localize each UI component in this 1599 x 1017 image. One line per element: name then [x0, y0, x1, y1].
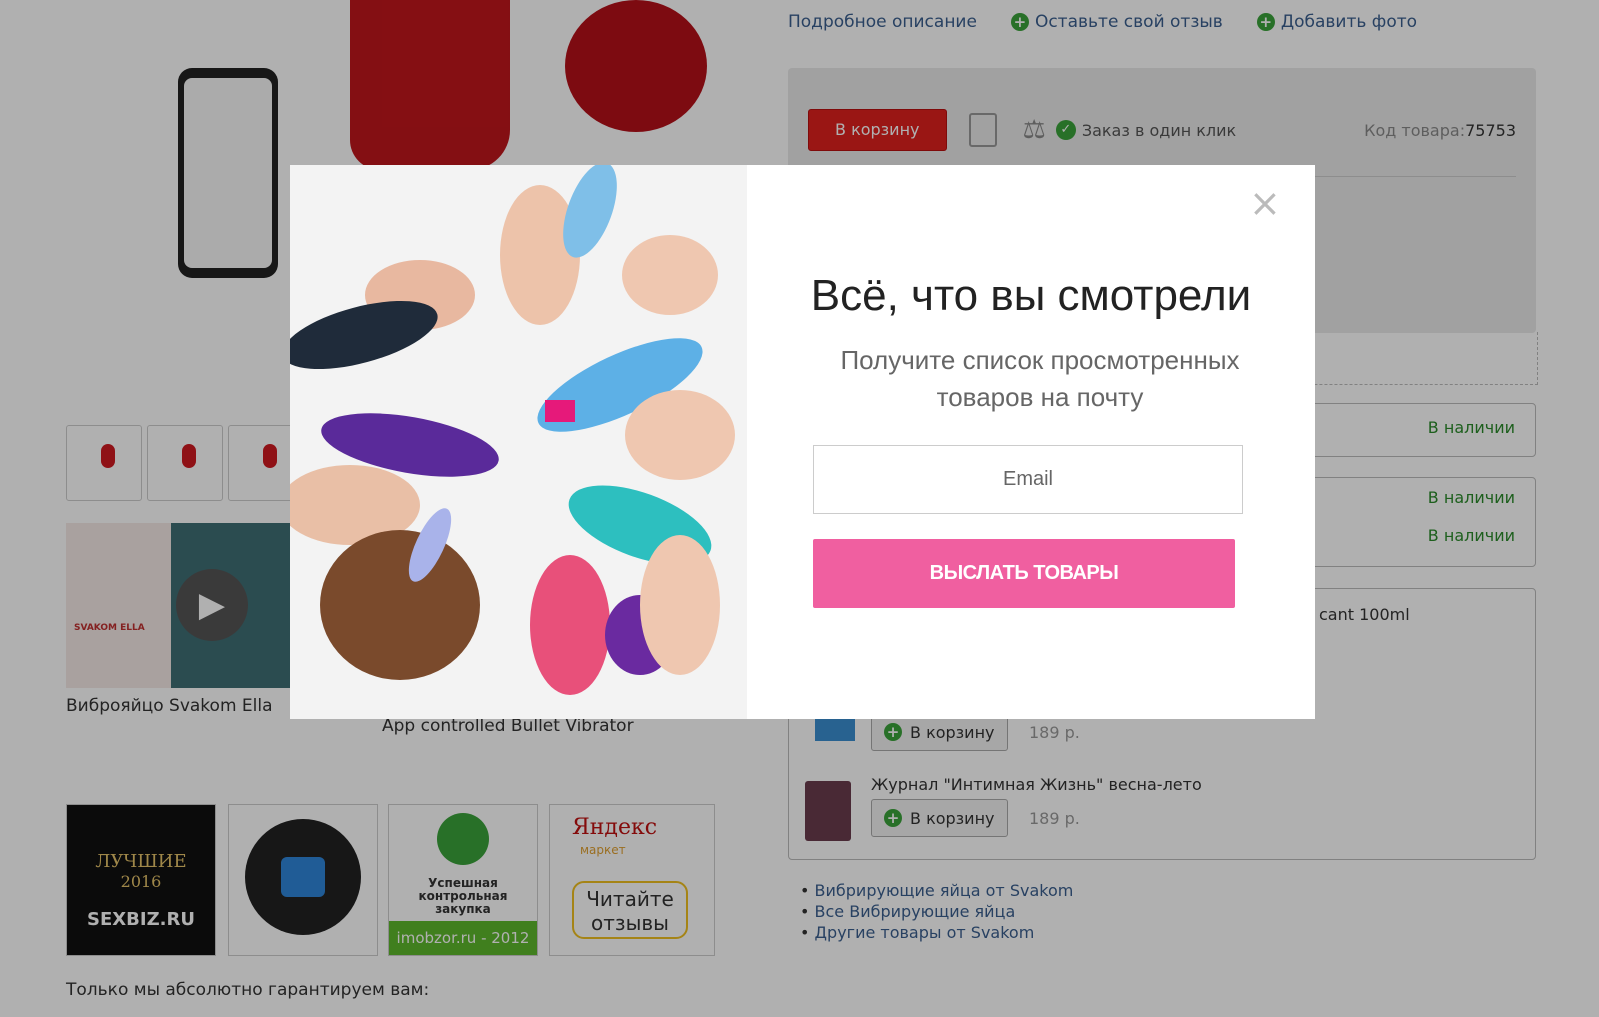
viewed-items-modal: × Всё, что вы смотрели Получите список п…	[290, 165, 1315, 719]
modal-title: Всё, что вы смотрели	[810, 271, 1252, 320]
modal-image	[290, 165, 747, 719]
modal-subtitle: Получите список просмотренных товаров на…	[840, 345, 1240, 412]
close-icon[interactable]: ×	[1249, 184, 1281, 222]
hands-with-toys-image	[290, 165, 747, 719]
send-items-button[interactable]: ВЫСЛАТЬ ТОВАРЫ	[813, 539, 1235, 608]
email-field[interactable]	[813, 445, 1243, 514]
